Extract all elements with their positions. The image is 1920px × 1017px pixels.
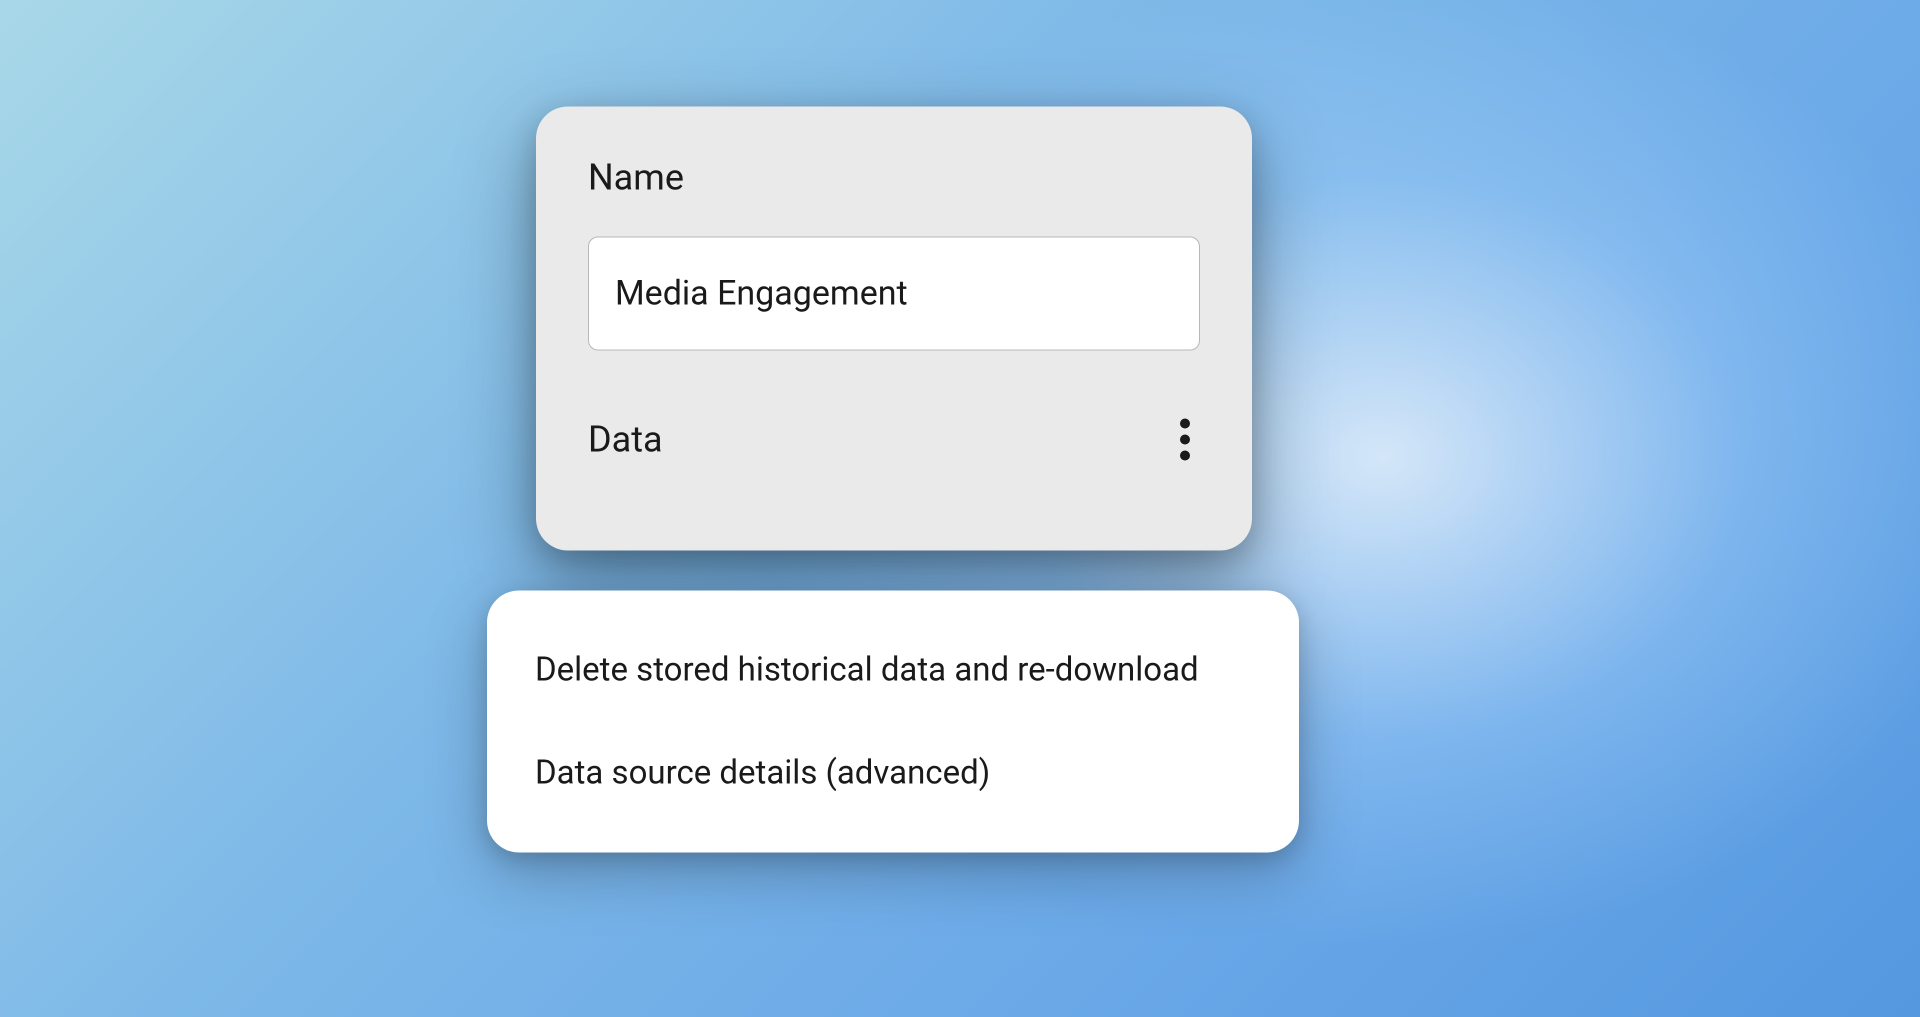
kebab-dot bbox=[1180, 434, 1190, 444]
data-section-header: Data bbox=[588, 408, 1200, 470]
menu-item-data-source-details[interactable]: Data source details (advanced) bbox=[487, 721, 1299, 824]
name-input[interactable] bbox=[588, 236, 1200, 350]
kebab-dot bbox=[1180, 418, 1190, 428]
settings-card: Name Data bbox=[536, 106, 1252, 550]
name-label: Name bbox=[588, 156, 1200, 198]
viewport: Name Data Delete stored historical data … bbox=[0, 0, 1920, 1017]
data-label: Data bbox=[588, 418, 663, 460]
kebab-menu-icon[interactable] bbox=[1170, 408, 1200, 470]
menu-item-delete-redownload[interactable]: Delete stored historical data and re-dow… bbox=[487, 618, 1299, 721]
kebab-dot bbox=[1180, 450, 1190, 460]
data-context-menu: Delete stored historical data and re-dow… bbox=[487, 590, 1299, 852]
